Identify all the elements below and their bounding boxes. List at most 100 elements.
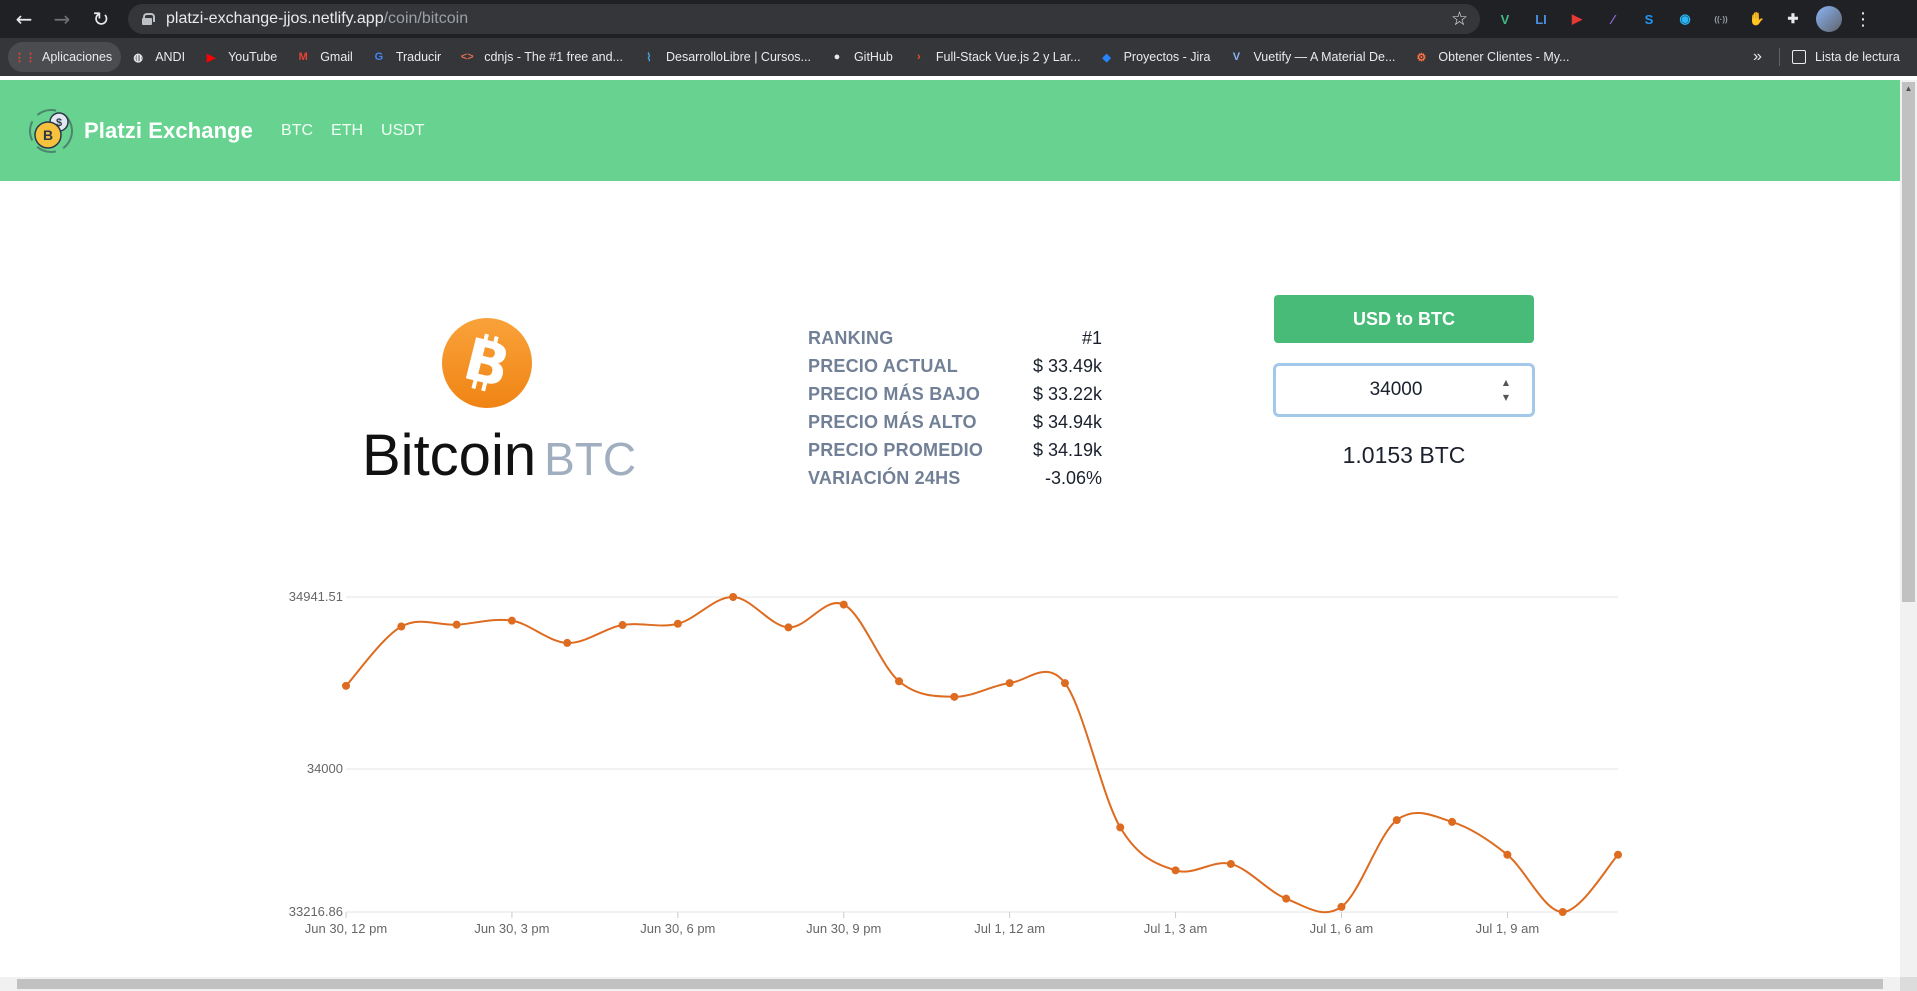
price-data-point[interactable]	[839, 600, 848, 609]
vertical-scrollbar-thumb[interactable]	[1902, 82, 1915, 602]
vue-devtools-icon[interactable]: V	[1492, 6, 1518, 32]
scrollbar-corner	[1900, 977, 1917, 991]
bookmark-item[interactable]: ⚙ Obtener Clientes - My...	[1404, 42, 1578, 72]
bookmark-item[interactable]: ⋮⋮ Aplicaciones	[8, 42, 122, 72]
price-data-point[interactable]	[1448, 817, 1457, 826]
bookmark-item[interactable]: ◍ ANDI	[121, 42, 194, 72]
gmail-icon: M	[298, 51, 308, 63]
price-data-point[interactable]	[1005, 679, 1014, 688]
bookmark-label: Proyectos - Jira	[1123, 50, 1211, 64]
back-icon[interactable]: ←	[7, 2, 41, 36]
browser-menu-icon[interactable]: ⋮	[1854, 9, 1872, 30]
x-tick-label: Jun 30, 12 pm	[305, 921, 387, 936]
price-data-point[interactable]	[950, 692, 959, 701]
bookmark-item[interactable]: G Traducir	[362, 42, 450, 72]
price-data-point[interactable]	[563, 638, 572, 647]
bookmark-item[interactable]: ▶ YouTube	[194, 42, 286, 72]
bookmark-label: cdnjs - The #1 free and...	[484, 50, 623, 64]
forward-icon[interactable]: →	[45, 2, 79, 36]
li-extension-icon[interactable]: LI	[1528, 6, 1554, 32]
bookmark-item[interactable]: V Vuetify — A Material De...	[1219, 42, 1404, 72]
reading-list-label: Lista de lectura	[1815, 50, 1900, 64]
x-tick-label: Jul 1, 6 am	[1310, 921, 1374, 936]
bookmarks-divider	[1779, 48, 1780, 66]
bookmark-item[interactable]: M Gmail	[286, 42, 362, 72]
bookmark-star-icon[interactable]: ☆	[1451, 8, 1468, 30]
x-tick-label: Jun 30, 3 pm	[474, 921, 549, 936]
price-series-line	[345, 595, 1619, 914]
s-extension-icon[interactable]: S	[1636, 6, 1662, 32]
price-data-point[interactable]	[452, 620, 461, 629]
price-data-point[interactable]	[1060, 679, 1069, 688]
price-data-point[interactable]	[1282, 894, 1291, 903]
price-data-point[interactable]	[397, 622, 406, 631]
x-tick-label: Jul 1, 12 am	[974, 921, 1045, 936]
bookmarks-bar: ⋮⋮ Aplicaciones ◍ ANDI ▶ YouTube M Gmail G Traduc…	[0, 38, 1917, 76]
price-data-point[interactable]	[1558, 908, 1567, 916]
price-data-point[interactable]	[895, 677, 904, 686]
price-data-point[interactable]	[1337, 902, 1346, 911]
radio-extension-icon[interactable]: ((·))	[1708, 6, 1734, 32]
bookmark-label: DesarrolloLibre | Cursos...	[665, 50, 811, 64]
apps-grid-icon: ⋮⋮	[14, 51, 36, 64]
bookmark-label: Aplicaciones	[42, 50, 113, 64]
price-data-point[interactable]	[1614, 850, 1622, 859]
reading-list-icon	[1792, 50, 1806, 64]
price-data-point[interactable]	[342, 681, 350, 690]
bookmark-label: Gmail	[320, 50, 353, 64]
scroll-up-arrow-icon[interactable]: ▲	[1900, 80, 1917, 97]
y-tick-label: 34941.51	[289, 589, 343, 604]
horizontal-scrollbar-thumb[interactable]	[17, 979, 1883, 989]
red-extension-icon[interactable]: ▶	[1564, 6, 1590, 32]
hubspot-icon: ⚙	[1416, 51, 1427, 64]
price-data-point[interactable]	[673, 619, 682, 628]
translate-icon: G	[374, 51, 384, 63]
price-data-point[interactable]	[618, 621, 627, 630]
code-icon: <>	[460, 51, 474, 63]
price-data-point[interactable]	[1392, 816, 1401, 825]
stop-hand-extension-icon[interactable]: ✋	[1744, 6, 1770, 32]
youtube-icon: ▶	[206, 51, 216, 64]
globe-icon: ◍	[133, 51, 143, 64]
price-data-point[interactable]	[1503, 850, 1512, 859]
x-tick-label: Jun 30, 6 pm	[640, 921, 715, 936]
bookmarks-overflow-button[interactable]: »	[1753, 38, 1762, 76]
url-host: platzi-exchange-jjos.netlify.app	[166, 10, 384, 27]
bookmark-list: ⋮⋮ Aplicaciones ◍ ANDI ▶ YouTube M Gmail G Traduc…	[8, 42, 1578, 72]
lock-icon[interactable]	[142, 13, 155, 25]
profile-avatar[interactable]	[1816, 6, 1842, 32]
x-tick-label: Jul 1, 9 am	[1476, 921, 1540, 936]
price-history-chart: 34941.51 34000 33216.86 Jun 30, 12 pm Jun 30…	[289, 589, 1622, 936]
address-bar[interactable]: platzi-exchange-jjos.netlify.app/coin/bi…	[128, 4, 1480, 34]
jira-icon: ◆	[1102, 51, 1111, 64]
puzzle-icon[interactable]: ✚	[1780, 6, 1806, 32]
bookmark-label: ANDI	[155, 50, 186, 64]
bookmark-item[interactable]: ◆ Proyectos - Jira	[1090, 42, 1220, 72]
bookmark-item[interactable]: › Full-Stack Vue.js 2 y Lar...	[902, 42, 1090, 72]
extensions-row: V LI ▶ ∕ S ◉ ((·)) ✋ ✚ ⋮	[1492, 6, 1872, 32]
feather-extension-icon[interactable]: ∕	[1600, 6, 1626, 32]
y-tick-label: 33216.86	[289, 904, 343, 919]
bookmark-label: GitHub	[853, 50, 893, 64]
bookmark-label: Vuetify — A Material De...	[1253, 50, 1396, 64]
price-data-point[interactable]	[1226, 859, 1235, 868]
price-data-point[interactable]	[729, 593, 738, 601]
page-viewport: $ B Platzi Exchange BTC ETH USDT B Bitco…	[0, 76, 1900, 977]
price-data-point[interactable]	[784, 623, 793, 632]
bookmark-label: Obtener Clientes - My...	[1438, 50, 1570, 64]
bookmark-label: YouTube	[228, 50, 278, 64]
bookmark-item[interactable]: ● GitHub	[820, 42, 902, 72]
url-path: /coin/bitcoin	[383, 10, 469, 27]
x-tick-label: Jun 30, 9 pm	[806, 921, 881, 936]
price-data-point[interactable]	[1171, 866, 1180, 875]
bookmark-item[interactable]: <> cdnjs - The #1 free and...	[450, 42, 632, 72]
desarrollolibre-icon: ⌇	[646, 51, 652, 64]
browser-toolbar: ← → ↻ platzi-exchange-jjos.netlify.app/c…	[0, 0, 1917, 38]
blue-circle-extension-icon[interactable]: ◉	[1672, 6, 1698, 32]
price-data-point[interactable]	[1116, 823, 1125, 832]
price-data-point[interactable]	[507, 616, 516, 625]
bookmark-item[interactable]: ⌇ DesarrolloLibre | Cursos...	[632, 42, 820, 72]
bookmark-label: Full-Stack Vue.js 2 y Lar...	[935, 50, 1081, 64]
reload-icon[interactable]: ↻	[84, 2, 118, 36]
reading-list-button[interactable]: Lista de lectura	[1792, 38, 1900, 76]
